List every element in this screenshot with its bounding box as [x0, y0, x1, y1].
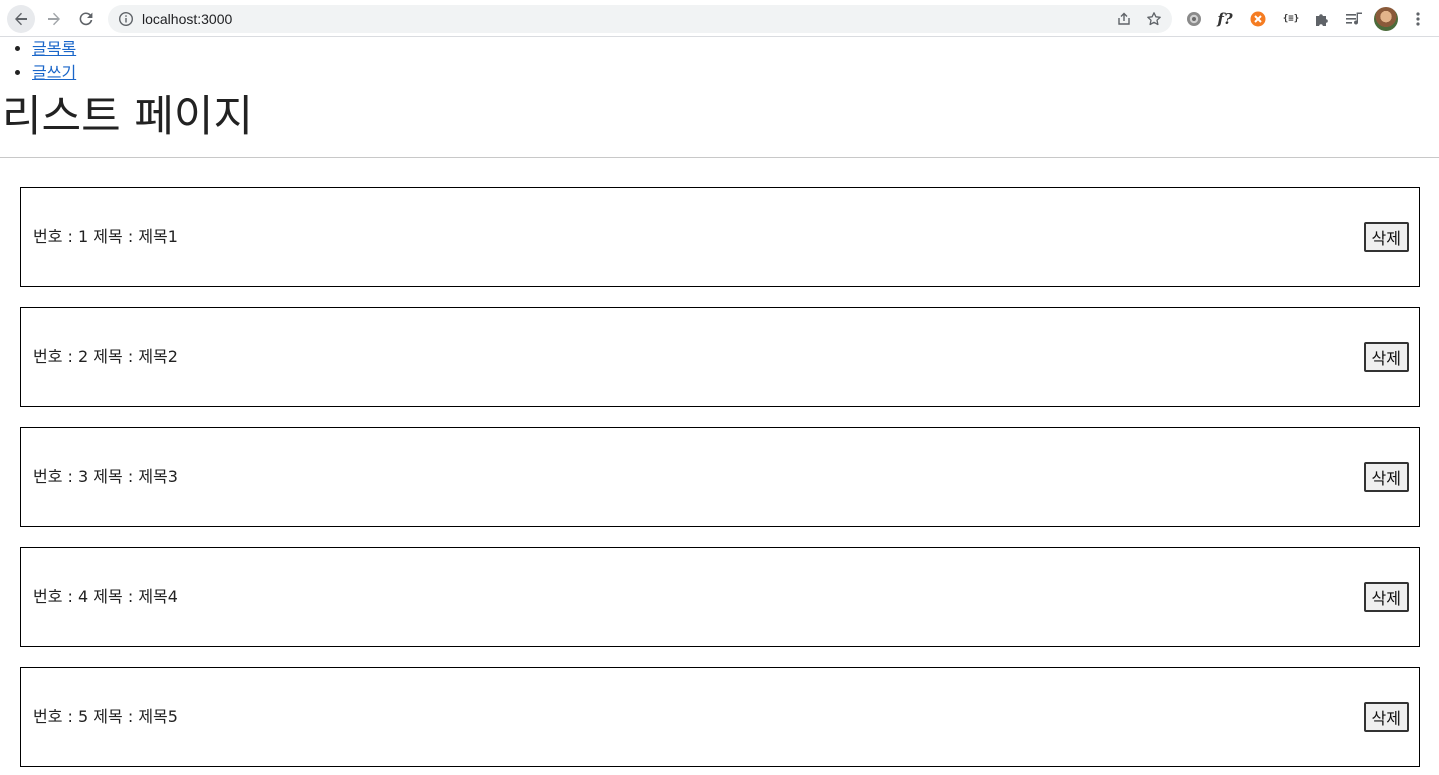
post-number-label: 번호 : [33, 587, 73, 606]
media-icon[interactable] [1344, 9, 1364, 29]
post-title-label: 제목 : [93, 467, 134, 486]
back-icon[interactable] [7, 5, 35, 33]
star-icon[interactable] [1146, 11, 1162, 31]
post-card: 번호 : 5 제목 : 제목5 삭제 [20, 667, 1420, 767]
post-title-label: 제목 : [93, 347, 134, 366]
post-number-label: 번호 : [33, 347, 73, 366]
post-number: 1 [78, 227, 89, 246]
post-number: 5 [78, 707, 89, 726]
page-content: 글목록 글쓰기 리스트 페이지 [0, 37, 1439, 158]
delete-button[interactable]: 삭제 [1363, 462, 1409, 492]
delete-button[interactable]: 삭제 [1363, 222, 1409, 252]
post-title: 제목1 [138, 227, 178, 246]
json-extension-icon[interactable]: {≡} [1281, 9, 1301, 29]
delete-button[interactable]: 삭제 [1363, 582, 1409, 612]
divider [0, 157, 1439, 158]
browser-toolbar: localhost:3000 f? {≡} [0, 0, 1439, 37]
post-info: 번호 : 5 제목 : 제목5 [33, 706, 178, 728]
delete-button[interactable]: 삭제 [1363, 702, 1409, 732]
post-number-label: 번호 : [33, 227, 73, 246]
post-title-label: 제목 : [93, 227, 134, 246]
avatar[interactable] [1374, 7, 1398, 31]
post-title-label: 제목 : [93, 707, 134, 726]
url-text[interactable]: localhost:3000 [142, 11, 232, 27]
post-number: 2 [78, 347, 89, 366]
address-bar[interactable]: localhost:3000 [108, 5, 1172, 33]
post-number: 3 [78, 467, 89, 486]
post-title: 제목4 [138, 587, 178, 606]
post-number: 4 [78, 587, 89, 606]
nav-item-write: 글쓰기 [32, 61, 1439, 85]
nav-link-write[interactable]: 글쓰기 [32, 63, 76, 82]
post-card: 번호 : 3 제목 : 제목3 삭제 [20, 427, 1420, 527]
orange-extension-icon[interactable] [1248, 9, 1268, 29]
info-icon[interactable] [118, 11, 134, 31]
post-info: 번호 : 1 제목 : 제목1 [33, 226, 178, 248]
post-info: 번호 : 2 제목 : 제목2 [33, 346, 178, 368]
nav-item-list: 글목록 [32, 37, 1439, 61]
post-info: 번호 : 3 제목 : 제목3 [33, 466, 178, 488]
post-title: 제목2 [138, 347, 178, 366]
more-menu-icon[interactable] [1408, 9, 1428, 29]
share-icon[interactable] [1116, 11, 1132, 31]
fq-extension-icon[interactable]: f? [1215, 9, 1235, 29]
post-number-label: 번호 : [33, 707, 73, 726]
nav-link-list[interactable]: 글목록 [32, 39, 76, 58]
settings-icon[interactable] [1184, 9, 1204, 29]
delete-button[interactable]: 삭제 [1363, 342, 1409, 372]
puzzle-icon[interactable] [1312, 9, 1332, 29]
post-card: 번호 : 2 제목 : 제목2 삭제 [20, 307, 1420, 407]
forward-icon[interactable] [40, 5, 68, 33]
post-title-label: 제목 : [93, 587, 134, 606]
post-number-label: 번호 : [33, 467, 73, 486]
post-card: 번호 : 1 제목 : 제목1 삭제 [20, 187, 1420, 287]
post-card: 번호 : 4 제목 : 제목4 삭제 [20, 547, 1420, 647]
post-title: 제목5 [138, 707, 178, 726]
reload-icon[interactable] [72, 5, 100, 33]
post-title: 제목3 [138, 467, 178, 486]
post-info: 번호 : 4 제목 : 제목4 [33, 586, 178, 608]
page-title: 리스트 페이지 [2, 92, 254, 142]
nav-links: 글목록 글쓰기 [0, 37, 1439, 85]
